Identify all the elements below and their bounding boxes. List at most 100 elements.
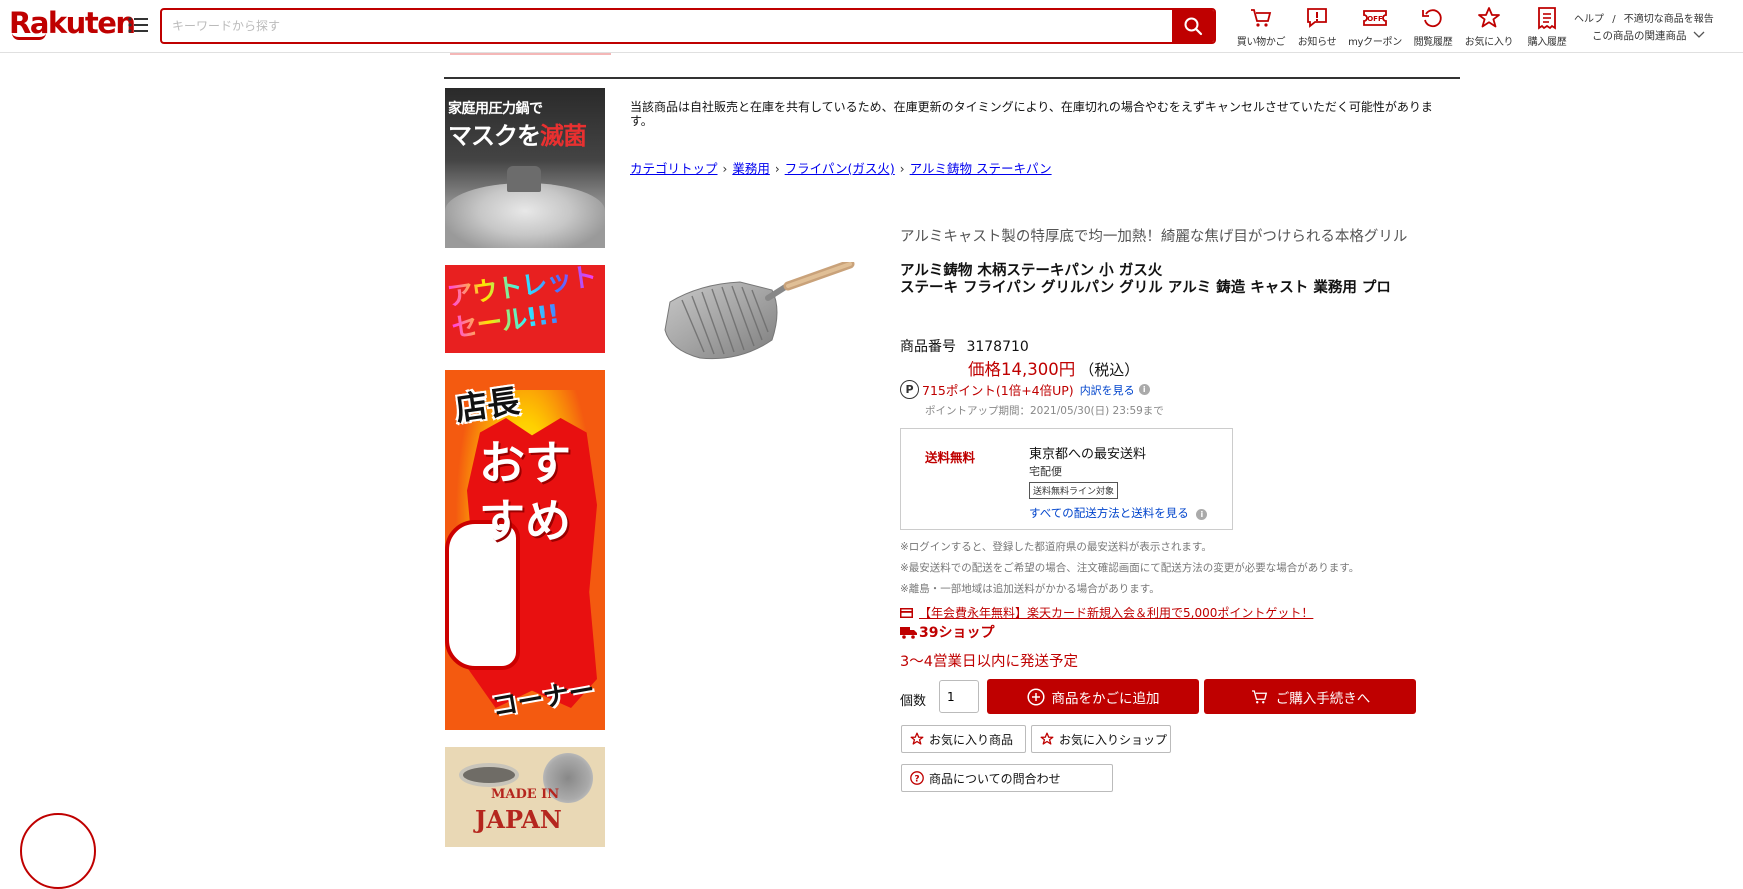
product-number-label: 商品番号 (900, 339, 956, 355)
points-row: P 715ポイント(1倍+4倍UP) 内訳を見る i (900, 380, 1150, 399)
banner-made-in-japan[interactable]: MADE IN JAPAN (445, 747, 605, 847)
nav-purchase-history[interactable]: 購入履歴 (1518, 4, 1576, 48)
checkout-button[interactable]: ご購入手続きへ (1204, 679, 1416, 714)
product-inquiry-button[interactable]: ? 商品についての問合わせ (901, 764, 1113, 792)
banner3-top-text: 店長 (452, 381, 522, 429)
points-value: 715ポイント(1倍+4倍UP) (922, 383, 1074, 398)
cart-icon (1251, 9, 1272, 27)
chevron-right-icon: › (774, 162, 780, 176)
banner-outlet-sale[interactable]: アウトレット セール!!! (445, 265, 605, 353)
coupon-icon: OFF (1363, 10, 1387, 26)
banner1-line2a: マスクを (448, 121, 541, 150)
product-name: アルミ鋳物 木柄ステーキパン 小 ガス火 ステーキ フライパン グリルパン グリ… (900, 263, 1391, 296)
chevron-right-icon: › (722, 162, 728, 176)
price-row: 価格14,300円 （税込） (968, 356, 1139, 380)
question-circle-icon: ? (910, 771, 924, 785)
banner4-made-in: MADE IN (491, 787, 560, 802)
info-icon[interactable]: i (1138, 384, 1150, 395)
nav-history[interactable]: 閲覧履歴 (1404, 4, 1462, 48)
search-icon (1184, 17, 1203, 36)
help-link[interactable]: ヘルプ (1574, 14, 1604, 25)
search-input[interactable] (162, 10, 1172, 42)
menu-list-icon[interactable] (127, 14, 149, 36)
pressure-cooker-image (445, 183, 605, 248)
nav-coupon-label: myクーポン (1348, 37, 1402, 48)
quantity-input[interactable] (939, 680, 979, 713)
related-products-label: この商品の関連商品 (1592, 30, 1687, 42)
favorite-shop-label: お気に入りショップ (1059, 732, 1168, 747)
search-bar (160, 8, 1216, 44)
chevron-down-icon (1693, 31, 1705, 38)
shipping-note-3: ※離島・一部地域は追加送料がかかる場合があります。 (900, 583, 1160, 595)
banner1-line2: マスクを滅菌 (448, 116, 587, 151)
free-shipping-label: 送料無料 (925, 450, 976, 465)
receipt-icon (1538, 7, 1556, 30)
shipping-time: 3〜4営業日以内に発送予定 (900, 654, 1078, 670)
breadcrumb-item-category-top[interactable]: カテゴリトップ (630, 161, 718, 176)
banner-manager-recommends[interactable]: 店長 おす すめ コーナー (445, 370, 605, 730)
shipping-methods-link[interactable]: すべての配送方法と送料を見る i (1029, 505, 1208, 521)
shipping-method: 宅配便 (1029, 465, 1062, 478)
banner3-mid-text: おす すめ (479, 436, 571, 548)
report-link[interactable]: 不適切な商品を報告 (1624, 14, 1714, 25)
shipping-methods-link-text: すべての配送方法と送料を見る (1029, 506, 1189, 520)
help-links: ヘルプ / 不適切な商品を報告 (1574, 10, 1714, 25)
shipping-note-1: ※ログインすると、登録した都道府県の最安送料が表示されます。 (900, 541, 1212, 553)
stock-notice: 当該商品は自社販売と在庫を共有しているため、在庫更新のタイミングにより、在庫切れ… (630, 100, 1433, 128)
banner1-line1: 家庭用圧力鍋で (448, 101, 543, 117)
favorite-item-label: お気に入り商品 (929, 732, 1014, 747)
active-tab-indicator (450, 53, 611, 55)
product-image[interactable] (660, 262, 860, 372)
point-icon: P (900, 380, 919, 399)
free-shipping-line-badge: 送料無料ライン対象 (1029, 482, 1119, 499)
floating-action-button[interactable] (20, 813, 96, 889)
points-breakdown-link[interactable]: 内訳を見る (1080, 382, 1135, 398)
checkout-label: ご購入手続きへ (1275, 690, 1371, 707)
pressure-cooker-knob-image (507, 166, 541, 192)
add-to-cart-label: 商品をかごに追加 (1051, 690, 1160, 707)
rakuten-card-promo-text: 【年会費永年無料】楽天カード新規入会＆利用で5,000ポイントゲット！ (919, 606, 1314, 620)
shipping-title: 東京都への最安送料 (1029, 447, 1147, 462)
chevron-right-icon: › (899, 162, 905, 176)
nav-coupon[interactable]: OFF myクーポン (1346, 4, 1404, 48)
nav-cart[interactable]: 買い物かご (1232, 4, 1290, 48)
star-icon (1040, 732, 1054, 745)
product-number: 商品番号 3178710 (900, 336, 1029, 356)
product-number-value: 3178710 (966, 339, 1029, 355)
add-to-cart-button[interactable]: 商品をかごに追加 (987, 679, 1199, 714)
banner-pressure-cooker-mask[interactable]: 家庭用圧力鍋で マスクを滅菌 (445, 88, 605, 248)
star-icon (1478, 7, 1500, 28)
nav-purchase-history-label: 購入履歴 (1527, 37, 1567, 48)
banner4-japan: JAPAN (475, 805, 562, 834)
search-button[interactable] (1172, 10, 1214, 42)
point-up-period: ポイントアップ期間：2021/05/30(日) 23:59まで (925, 405, 1164, 417)
tax-note: （税込） (1079, 361, 1140, 379)
svg-text:?: ? (914, 775, 919, 785)
product-inquiry-label: 商品についての問合わせ (929, 771, 1061, 786)
banner2-text: アウトレット セール!!! (445, 265, 602, 345)
notification-icon (1307, 8, 1327, 28)
cart-icon (1251, 689, 1267, 703)
shipping-note-2: ※最安送料での配送をご希望の場合、注文確認画面にて配送方法の変更が必要な場合があ… (900, 562, 1360, 574)
plus-circle-icon (1026, 687, 1045, 706)
quantity-label: 個数 (900, 694, 927, 709)
banner1-line2b: 滅菌 (540, 121, 587, 150)
price-value: 価格14,300円 (968, 360, 1076, 379)
breadcrumb: カテゴリトップ › 業務用 › フライパン(ガス火) › アルミ鋳物 ステーキパン (630, 158, 1052, 177)
related-products-dropdown[interactable]: この商品の関連商品 (1592, 28, 1705, 43)
nav-notifications[interactable]: お知らせ (1288, 4, 1346, 48)
star-icon (910, 732, 924, 745)
svg-text:OFF: OFF (1367, 15, 1383, 23)
rakuten-card-promo[interactable]: 【年会費永年無料】楽天カード新規入会＆利用で5,000ポイントゲット！ (900, 604, 1313, 621)
nav-favorites-label: お気に入り (1464, 37, 1514, 48)
favorite-shop-button[interactable]: お気に入りショップ (1031, 725, 1171, 753)
breadcrumb-item-frypan[interactable]: フライパン(ガス火) (785, 161, 895, 176)
nav-favorites[interactable]: お気に入り (1460, 4, 1518, 48)
frypan-image (459, 763, 519, 787)
breadcrumb-item-commercial[interactable]: 業務用 (732, 161, 770, 176)
breadcrumb-item-steak-pan[interactable]: アルミ鋳物 ステーキパン (910, 161, 1052, 176)
nav-history-label: 閲覧履歴 (1413, 37, 1453, 48)
favorite-item-button[interactable]: お気に入り商品 (901, 725, 1026, 753)
shop39-badge: 39ショップ (900, 622, 994, 642)
info-icon: i (1196, 509, 1208, 520)
